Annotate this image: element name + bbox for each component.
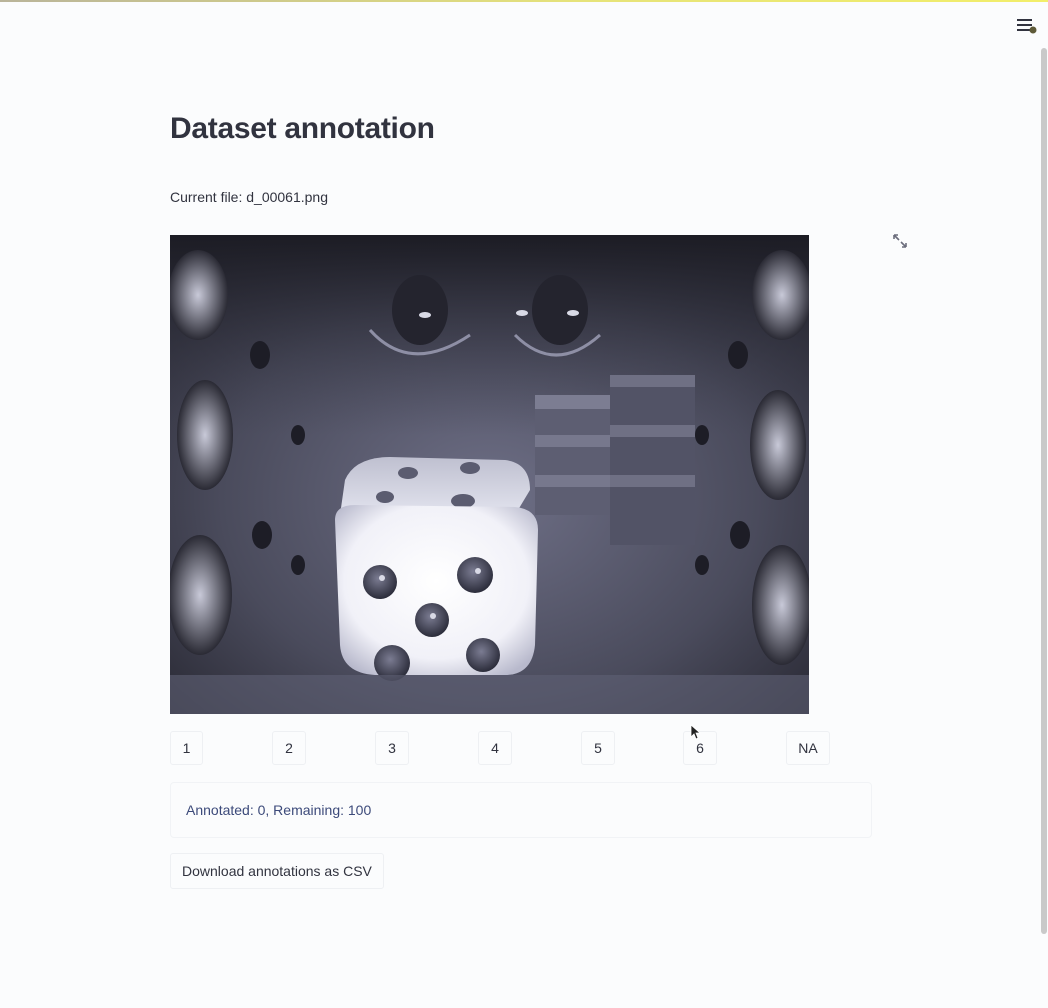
label-button-2[interactable]: 2 [272, 731, 306, 765]
page-scrollbar[interactable] [1040, 0, 1048, 1008]
label-button-1[interactable]: 1 [170, 731, 203, 765]
label-button-na[interactable]: NA [786, 731, 830, 765]
hamburger-menu-icon [1017, 19, 1037, 34]
label-button-5[interactable]: 5 [581, 731, 615, 765]
label-button-4[interactable]: 4 [478, 731, 512, 765]
annotation-status-box: Annotated: 0, Remaining: 100 [170, 782, 872, 838]
annotation-image [170, 235, 809, 714]
download-csv-button[interactable]: Download annotations as CSV [170, 853, 384, 889]
annotation-status-text: Annotated: 0, Remaining: 100 [186, 802, 372, 818]
fullscreen-button[interactable] [892, 233, 908, 249]
main-menu-button[interactable] [1014, 14, 1038, 38]
top-decoration-bar [0, 0, 1048, 2]
die-photo [170, 235, 809, 714]
scrollbar-thumb[interactable] [1041, 48, 1047, 934]
expand-arrows-icon [893, 234, 907, 248]
current-file-label: Current file: d_00061.png [170, 189, 328, 205]
page-title: Dataset annotation [170, 112, 435, 145]
label-button-6[interactable]: 6 [683, 731, 717, 765]
label-button-3[interactable]: 3 [375, 731, 409, 765]
